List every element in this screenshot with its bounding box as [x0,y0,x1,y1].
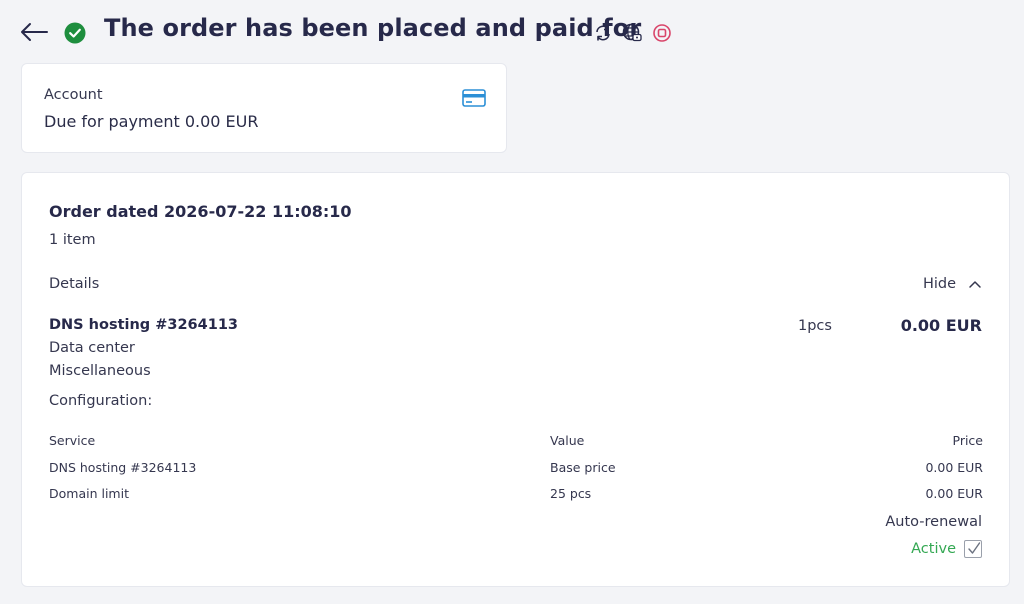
credit-card-icon[interactable] [462,88,486,108]
auto-renewal-checkbox[interactable] [964,540,982,558]
account-label: Account [44,87,103,103]
service-quantity: 1pcs [798,318,832,334]
check-circle-icon [64,22,86,44]
row-service: DNS hosting #3264113 [49,459,197,475]
service-misc: Miscellaneous [49,363,151,379]
column-header-value: Value [550,433,585,448]
configuration-table: Service Value Price DNS hosting #3264113… [49,433,983,513]
chevron-up-icon [969,281,981,288]
checkmark-icon [968,542,981,554]
order-title: Order dated 2026-07-22 11:08:10 [49,202,352,221]
auto-renewal-status: Active [911,540,982,558]
service-datacenter: Data center [49,340,135,356]
table-row: Domain limit 25 pcs 0.00 EUR [49,486,983,513]
row-value: 25 pcs [550,486,592,501]
hide-label: Hide [922,276,956,292]
page-title: The order has been placed and paid for [104,14,642,42]
configuration-label: Configuration: [49,393,153,409]
column-header-price: Price [952,433,984,448]
service-name: DNS hosting #3264113 [49,317,239,333]
back-arrow-icon[interactable] [18,18,50,46]
refresh-icon[interactable] [593,23,613,43]
table-row: DNS hosting #3264113 Base price 0.00 EUR [49,460,983,487]
auto-renewal-label: Auto-renewal [885,514,982,530]
row-value: Base price [550,459,616,475]
row-service: Domain limit [49,486,129,501]
column-header-service: Service [49,433,96,448]
order-card: Order dated 2026-07-22 11:08:10 1 item D… [21,172,1010,587]
table-header-row: Service Value Price [49,433,983,460]
hide-details-button[interactable]: Hide [923,274,982,294]
service-price: 0.00 EUR [900,316,982,335]
details-label: Details [49,276,100,292]
row-price: 0.00 EUR [925,459,983,475]
account-card: Account Due for payment 0.00 EUR [21,63,507,153]
item-count: 1 item [49,232,96,248]
due-for-payment: Due for payment 0.00 EUR [44,112,259,131]
globe-icon[interactable] [622,23,642,43]
page-header: The order has been placed and paid for [0,0,1024,64]
row-price: 0.00 EUR [925,486,983,501]
auto-renewal-active-text: Active [911,541,956,557]
stop-circle-icon[interactable] [652,23,672,43]
